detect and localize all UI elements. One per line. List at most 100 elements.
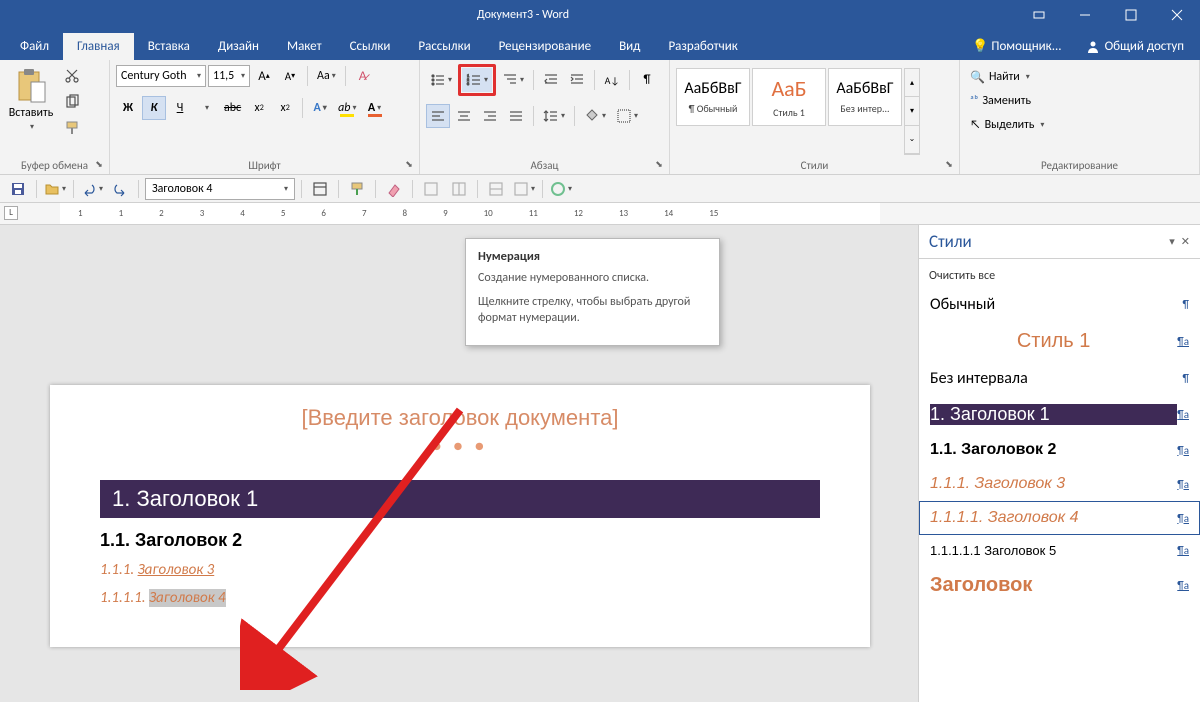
- numbering-tooltip: Нумерация Создание нумерованного списка.…: [465, 238, 720, 346]
- ribbon-options-icon[interactable]: [1016, 0, 1062, 30]
- tab-view[interactable]: Вид: [605, 33, 654, 60]
- qat-btn-3[interactable]: [382, 178, 406, 200]
- doc-title-placeholder[interactable]: [Введите заголовок документа]: [100, 405, 820, 431]
- heading2[interactable]: 1.1. Заголовок 2: [100, 530, 820, 551]
- shrink-font-button[interactable]: A▾: [278, 64, 302, 88]
- tab-layout[interactable]: Макет: [273, 33, 336, 60]
- tab-insert[interactable]: Вставка: [134, 33, 204, 60]
- font-color-button[interactable]: A▾: [363, 96, 387, 120]
- style-item-style1[interactable]: Стиль 1¶a: [919, 322, 1200, 361]
- superscript-button[interactable]: x2: [273, 96, 297, 120]
- paragraph-launcher[interactable]: ⬊: [652, 157, 666, 171]
- line-spacing-button[interactable]: ▾: [539, 104, 569, 128]
- text-effects-button[interactable]: A▾: [308, 96, 332, 120]
- tab-mailings[interactable]: Рассылки: [404, 33, 484, 60]
- align-left-button[interactable]: [426, 104, 450, 128]
- highlight-button[interactable]: ab▾: [334, 96, 360, 120]
- tab-developer[interactable]: Разработчик: [654, 33, 751, 60]
- title-dots: ● ● ●: [100, 437, 820, 456]
- styles-pane-close-icon[interactable]: ✕: [1181, 235, 1190, 248]
- styles-pane: Стили ▾ ✕ Очистить все Обычный¶ Стиль 1¶…: [918, 225, 1200, 702]
- qat-save-button[interactable]: [6, 178, 30, 200]
- select-button[interactable]: ↖ Выделить ▾: [966, 114, 1193, 136]
- style-gallery-scroll[interactable]: ▴▾⌄: [904, 68, 920, 155]
- tab-review[interactable]: Рецензирование: [485, 33, 605, 60]
- underline-button[interactable]: Ч: [168, 96, 192, 120]
- clipboard-launcher[interactable]: ⬊: [92, 157, 106, 171]
- bold-button[interactable]: Ж: [116, 96, 140, 120]
- tab-file[interactable]: Файл: [6, 33, 63, 60]
- grow-font-button[interactable]: A▴: [252, 64, 276, 88]
- find-button[interactable]: 🔍 Найти ▾: [966, 66, 1193, 88]
- copy-button[interactable]: [60, 90, 84, 114]
- qat-btn-4[interactable]: [419, 178, 443, 200]
- inc-indent-button[interactable]: [565, 68, 589, 92]
- qat-open-button[interactable]: ▾: [43, 178, 67, 200]
- replace-button[interactable]: ᵃᵇ Заменить: [966, 90, 1193, 112]
- share-button[interactable]: Общий доступ: [1076, 34, 1194, 59]
- style-item-nospace[interactable]: Без интервала¶: [919, 361, 1200, 396]
- align-right-button[interactable]: [478, 104, 502, 128]
- bullets-button[interactable]: ▾: [426, 68, 456, 92]
- dec-indent-button[interactable]: [539, 68, 563, 92]
- qat-btn-6[interactable]: [484, 178, 508, 200]
- style-item-zag[interactable]: Заголовок¶a: [919, 566, 1200, 605]
- tab-references[interactable]: Ссылки: [336, 33, 405, 60]
- styles-clear-all[interactable]: Очистить все: [919, 265, 1200, 287]
- close-icon[interactable]: [1154, 0, 1200, 30]
- clear-format-button[interactable]: A̷: [351, 64, 375, 88]
- document-area[interactable]: [Введите заголовок документа] ● ● ● 1. З…: [0, 225, 918, 702]
- styles-launcher[interactable]: ⬊: [942, 157, 956, 171]
- qat-redo-button[interactable]: [108, 178, 132, 200]
- style-nospace[interactable]: АаБбВвГ Без интер...: [828, 68, 902, 126]
- numbering-button[interactable]: 123▾: [462, 68, 492, 92]
- style-normal[interactable]: АаБбВвГ ¶ Обычный: [676, 68, 750, 126]
- maximize-icon[interactable]: [1108, 0, 1154, 30]
- style-item-h4[interactable]: 1.1.1.1. Заголовок 4¶a: [919, 501, 1200, 535]
- format-painter-button[interactable]: [60, 116, 84, 140]
- qat-undo-button[interactable]: ▾: [80, 178, 104, 200]
- font-name-input[interactable]: Century Goth▾: [116, 65, 206, 87]
- tell-me[interactable]: 💡 Помощник...: [958, 33, 1075, 60]
- align-center-button[interactable]: [452, 104, 476, 128]
- heading3[interactable]: 1.1.1. Заголовок 3: [100, 561, 820, 579]
- paste-button[interactable]: Вставить ▾: [6, 64, 56, 155]
- qat-btn-8[interactable]: ▾: [549, 178, 573, 200]
- heading4[interactable]: 1.1.1.1. Заголовок 4: [100, 589, 820, 607]
- qat-btn-5[interactable]: [447, 178, 471, 200]
- styles-pane-options-icon[interactable]: ▾: [1169, 235, 1175, 248]
- tab-design[interactable]: Дизайн: [204, 33, 273, 60]
- change-case-button[interactable]: Aa▾: [313, 64, 340, 88]
- strike-button[interactable]: abc: [220, 96, 245, 120]
- qat-btn-1[interactable]: [308, 178, 332, 200]
- heading1[interactable]: 1. Заголовок 1: [100, 480, 820, 518]
- qat-style-dropdown[interactable]: Заголовок 4▾: [145, 178, 295, 200]
- style-item-h2[interactable]: 1.1. Заголовок 2¶a: [919, 433, 1200, 467]
- shading-button[interactable]: ▾: [580, 104, 610, 128]
- style-item-h1[interactable]: 1. Заголовок 1¶a: [919, 396, 1200, 433]
- quick-access-toolbar: ▾ ▾ Заголовок 4▾ ▾ ▾: [0, 175, 1200, 203]
- underline-dd[interactable]: ▾: [194, 96, 218, 120]
- tab-home[interactable]: Главная: [63, 33, 134, 60]
- justify-button[interactable]: [504, 104, 528, 128]
- style-item-normal[interactable]: Обычный¶: [919, 287, 1200, 322]
- show-marks-button[interactable]: ¶: [635, 68, 659, 92]
- style-item-h3[interactable]: 1.1.1. Заголовок 3¶a: [919, 467, 1200, 501]
- minimize-icon[interactable]: [1062, 0, 1108, 30]
- sort-button[interactable]: A↓: [600, 68, 624, 92]
- style-item-h5[interactable]: 1.1.1.1.1 Заголовок 5¶a: [919, 535, 1200, 566]
- italic-button[interactable]: К: [142, 96, 166, 120]
- numbering-highlight: 123▾: [458, 64, 496, 96]
- borders-button[interactable]: ▾: [612, 104, 642, 128]
- qat-btn-2[interactable]: [345, 178, 369, 200]
- font-size-input[interactable]: 11,5▾: [208, 65, 250, 87]
- qat-btn-7[interactable]: ▾: [512, 178, 536, 200]
- subscript-button[interactable]: x2: [247, 96, 271, 120]
- font-launcher[interactable]: ⬊: [402, 157, 416, 171]
- cut-button[interactable]: [60, 64, 84, 88]
- ruler[interactable]: L 1123456789101112131415: [0, 203, 1200, 225]
- multilevel-button[interactable]: ▾: [498, 68, 528, 92]
- share-label: Общий доступ: [1105, 39, 1184, 54]
- tooltip-title: Нумерация: [478, 249, 707, 264]
- style-style1[interactable]: АаБ Стиль 1: [752, 68, 826, 126]
